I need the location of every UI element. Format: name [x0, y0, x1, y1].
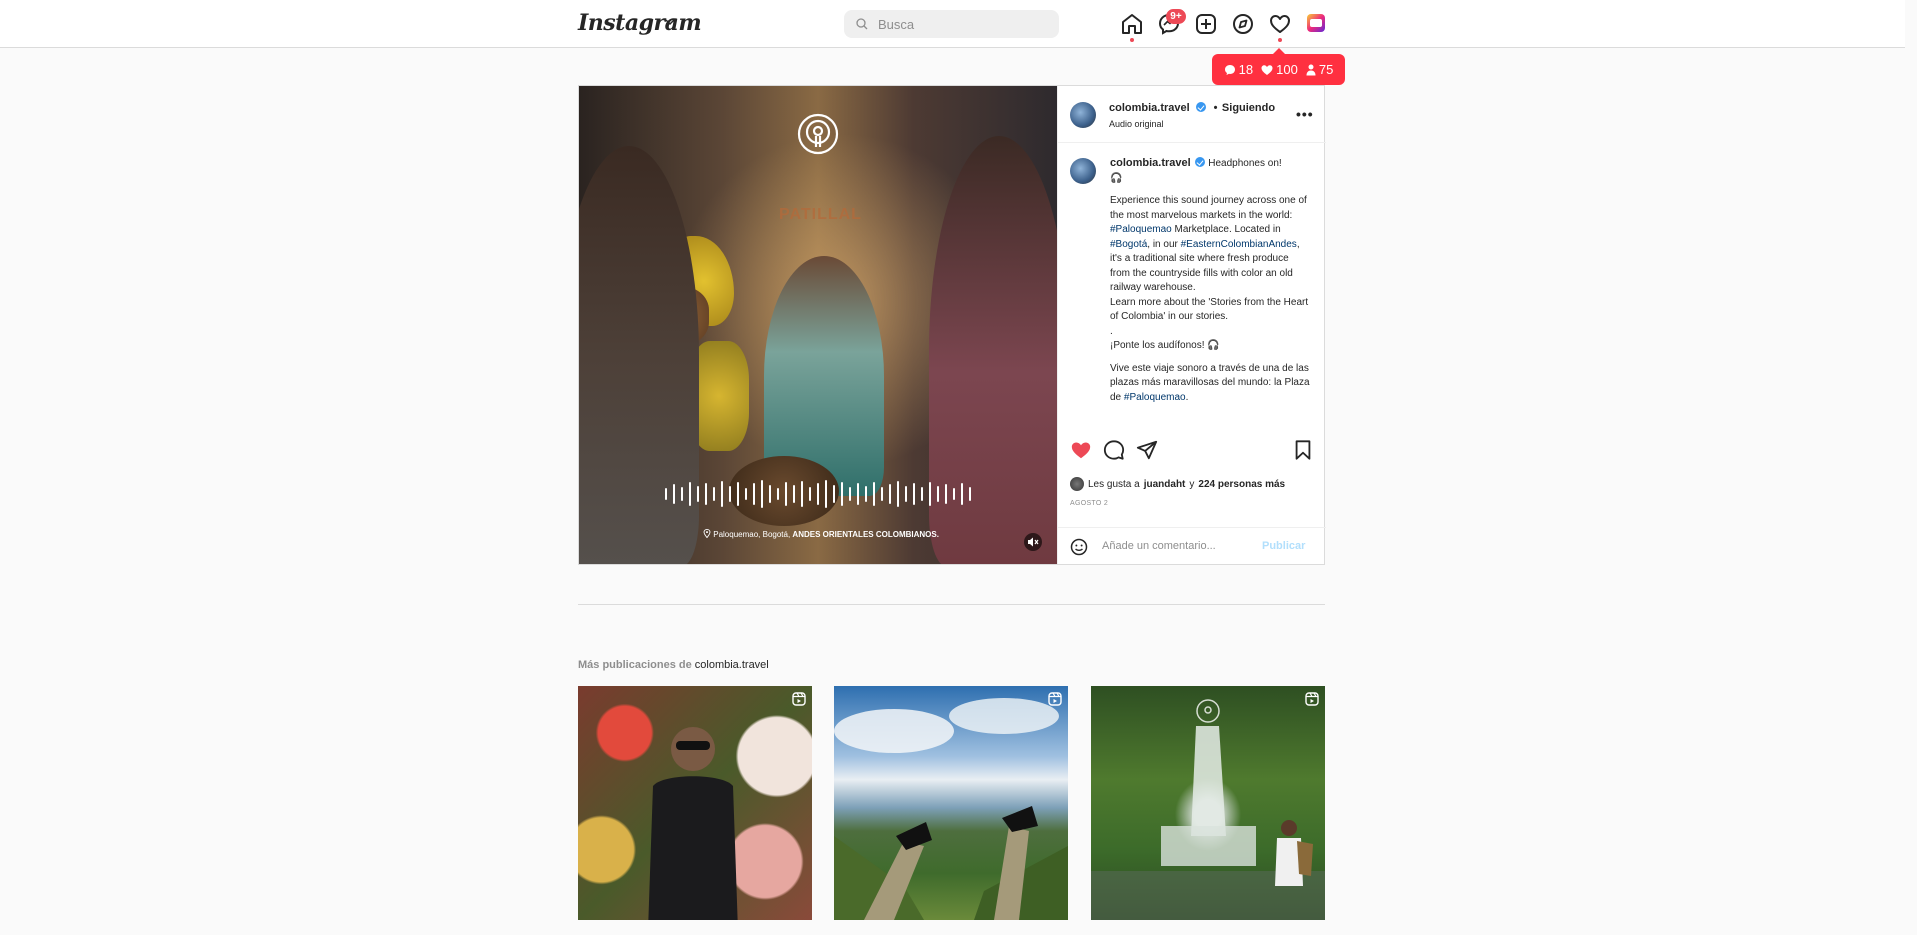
hashtag-link[interactable]: #Paloquemao	[1124, 392, 1186, 403]
likes-others-link[interactable]: 224 personas más	[1198, 479, 1285, 490]
reel-thumbnail-2[interactable]	[834, 686, 1068, 920]
more-posts-heading: Más publicaciones de colombia.travel	[578, 659, 769, 671]
section-divider	[578, 604, 1325, 605]
profile-avatar[interactable]	[1307, 14, 1325, 32]
likes-prefix: Les gusta a	[1088, 478, 1140, 490]
muted-speaker-icon	[1028, 537, 1039, 547]
search-input[interactable]	[878, 10, 1048, 38]
liker-avatar[interactable]	[1070, 477, 1084, 491]
explore-icon[interactable]	[1231, 12, 1255, 36]
notif-followers: 75	[1306, 62, 1333, 77]
notif-likes: 100	[1261, 62, 1298, 77]
location-pin-icon	[703, 528, 711, 539]
search-box[interactable]	[844, 10, 1059, 38]
reel-thumbnail-1[interactable]	[578, 686, 812, 920]
caption-line-10: .	[1185, 391, 1189, 403]
reel-icon	[1305, 692, 1319, 706]
caption-line-4: , in our	[1147, 238, 1178, 250]
media-location-caption: Paloquemao, Bogotá, ANDES ORIENTALES COL…	[703, 528, 939, 539]
following-button[interactable]: Siguiendo	[1222, 102, 1275, 114]
more-options-icon[interactable]: •••	[1296, 106, 1314, 122]
share-icon[interactable]	[1136, 439, 1158, 461]
caption-line-6: Learn more about the 'Stories from the H…	[1110, 296, 1309, 323]
reel-thumbnail-3[interactable]	[1091, 686, 1325, 920]
audio-label[interactable]: Audio original	[1109, 119, 1275, 129]
author-username[interactable]: colombia.travel	[1109, 102, 1190, 114]
notif-comments-count: 18	[1238, 62, 1254, 77]
top-navigation-bar: Instagram 9+	[0, 0, 1905, 48]
hashtag-link[interactable]: #Bogotá	[1110, 239, 1147, 250]
chevron-down-icon[interactable]	[664, 16, 676, 28]
person-icon	[1306, 64, 1316, 75]
author-avatar[interactable]	[1070, 102, 1096, 128]
post-media-video[interactable]: PATILLAL Paloquemao, Bogotá, ANDES ORIEN…	[579, 86, 1057, 564]
hashtag-link[interactable]: #Paloquemao	[1110, 224, 1172, 235]
post-card: PATILLAL Paloquemao, Bogotá, ANDES ORIEN…	[578, 85, 1326, 565]
likes-summary: Les gusta a juandaht y 224 personas más	[1070, 477, 1285, 491]
home-active-dot	[1130, 38, 1134, 42]
caption-line-3: Marketplace. Located in	[1174, 224, 1281, 235]
comment-bubble-icon	[1224, 64, 1235, 75]
caption-line-7: .	[1110, 325, 1113, 337]
new-post-icon[interactable]	[1194, 12, 1218, 36]
more-posts-author-link[interactable]: colombia.travel	[695, 659, 769, 671]
notif-comments: 18	[1224, 62, 1253, 77]
hashtag-link[interactable]: #EasternColombianAndes	[1181, 239, 1297, 250]
more-posts-prefix: Más publicaciones de	[578, 659, 692, 671]
liker-username[interactable]: juandaht	[1144, 479, 1186, 490]
reel-icon	[1048, 692, 1062, 706]
podcast-icon	[797, 113, 839, 155]
caption-line-8: ¡Ponte los audífonos!	[1110, 340, 1205, 351]
caption-author-avatar[interactable]	[1070, 158, 1096, 184]
location-bold: ANDES ORIENTALES COLOMBIANOS.	[792, 530, 939, 539]
comment-input[interactable]	[1102, 537, 1252, 555]
caption-verified-badge-icon	[1195, 157, 1206, 167]
likes-connector: y	[1189, 478, 1195, 490]
post-header: colombia.travel • Siguiendo Audio origin…	[1058, 86, 1326, 143]
save-bookmark-icon[interactable]	[1292, 439, 1314, 461]
post-date[interactable]: AGOSTO 2	[1070, 500, 1108, 507]
headphones-icon: 🎧	[1207, 340, 1220, 351]
post-header-meta: colombia.travel • Siguiendo Audio origin…	[1109, 98, 1275, 129]
heart-icon	[1261, 64, 1273, 75]
home-icon[interactable]	[1120, 12, 1144, 36]
verified-badge-icon	[1196, 102, 1207, 112]
messages-badge: 9+	[1166, 9, 1186, 24]
thumb-person-figure	[648, 727, 738, 920]
media-market-sign: PATILLAL	[779, 206, 862, 223]
activity-notification-popup[interactable]: 18 100 75	[1212, 48, 1345, 85]
post-side-panel: colombia.travel • Siguiendo Audio origin…	[1057, 86, 1326, 564]
add-comment-bar: Publicar	[1058, 527, 1326, 564]
notif-likes-count: 100	[1276, 62, 1298, 77]
thumb-legs-scene	[834, 698, 1068, 920]
comment-icon[interactable]	[1103, 439, 1125, 461]
like-heart-icon[interactable]	[1070, 439, 1092, 461]
caption-line-2: Experience this sound journey across one…	[1110, 195, 1307, 221]
reel-icon	[792, 692, 806, 706]
caption-author-username[interactable]: colombia.travel	[1110, 157, 1191, 169]
caption-line-1: Headphones on!	[1208, 158, 1282, 169]
mute-button[interactable]	[1024, 533, 1042, 551]
instagram-logo[interactable]: Instagram	[578, 10, 702, 36]
post-actions-bar	[1058, 436, 1326, 466]
activity-heart-icon[interactable]	[1268, 12, 1292, 36]
notif-followers-count: 75	[1318, 62, 1334, 77]
post-caption: colombia.travel Headphones on! 🎧 Experie…	[1110, 156, 1310, 424]
thumb-waterfall-scene	[1091, 699, 1325, 920]
search-icon	[856, 18, 868, 30]
emoji-icon[interactable]	[1070, 538, 1088, 556]
separator-dot: •	[1213, 102, 1218, 114]
publish-button[interactable]: Publicar	[1262, 540, 1305, 552]
headphones-icon: 🎧	[1110, 172, 1123, 184]
activity-dot	[1278, 38, 1282, 42]
audio-waveform	[665, 480, 971, 508]
location-text: Paloquemao, Bogotá,	[713, 530, 791, 539]
